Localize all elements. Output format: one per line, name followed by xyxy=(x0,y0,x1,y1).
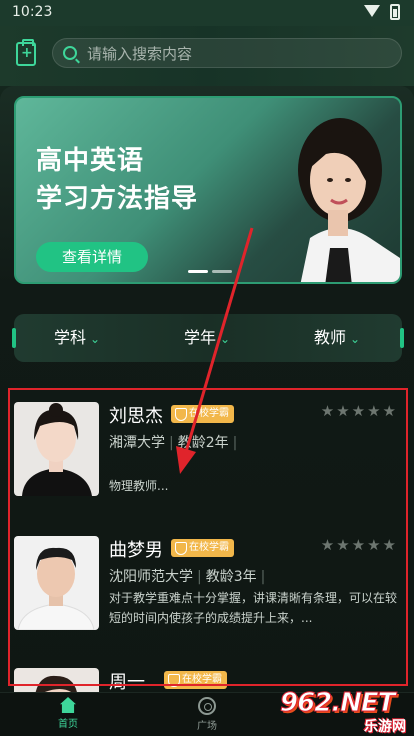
search-icon xyxy=(63,46,77,60)
filter-grade-label: 学年 xyxy=(184,328,217,347)
nav-home[interactable]: 首页 xyxy=(58,697,78,730)
nav-plaza[interactable]: 广场 xyxy=(197,697,217,732)
divider: | xyxy=(169,435,174,451)
teacher-name: 周一 xyxy=(109,672,145,692)
filter-grade[interactable]: 学年 ⌄ xyxy=(184,314,230,362)
plaza-icon xyxy=(198,697,216,715)
teacher-meta: 沈阳师范大学 | 教龄3年 | xyxy=(109,566,269,586)
filter-subject[interactable]: 学科 ⌄ xyxy=(54,314,100,362)
nav-home-label: 首页 xyxy=(58,719,78,730)
teacher-badge: 在校学霸 xyxy=(171,405,234,423)
star-icon: ★ xyxy=(336,536,350,554)
carousel-dot xyxy=(212,270,232,273)
filter-teacher-label: 教师 xyxy=(314,328,347,347)
chevron-down-icon: ⌄ xyxy=(90,332,101,346)
teacher-meta: 湘潭大学 | 教龄2年 | xyxy=(109,432,241,452)
star-icon: ★ xyxy=(320,536,335,554)
battery-icon xyxy=(390,4,400,20)
chevron-down-icon: ⌄ xyxy=(220,332,231,346)
site-watermark-logo: 962.NET 乐游网 xyxy=(278,688,410,736)
app-screen: 10:23 请输入搜索内容 高中英语 学习方法指导 查看详情 xyxy=(0,0,414,736)
teacher-card[interactable]: 曲梦男 在校学霸 ★ ★ ★ ★ ★ 沈阳师范大学 | 教龄3年 | 对于教学重难点十… xyxy=(14,536,402,632)
banner-title-line2: 学习方法指导 xyxy=(36,184,199,214)
teacher-name: 刘思杰 xyxy=(109,406,163,427)
teacher-school: 沈阳师范大学 xyxy=(109,569,193,585)
teacher-description: 对于教学重难点十分掌握，讲课清晰有条理，可以在较短的时间内使孩子的成绩提升上来，… xyxy=(109,591,398,625)
teacher-name: 曲梦男 xyxy=(109,540,163,561)
home-icon xyxy=(60,697,76,713)
teacher-badge: 在校学霸 xyxy=(171,539,234,557)
star-icon: ★ xyxy=(382,536,396,554)
rating-stars: ★ ★ ★ ★ ★ xyxy=(321,538,396,553)
carousel-dot-active xyxy=(188,270,208,273)
carousel-indicator xyxy=(188,270,232,273)
teacher-avatar xyxy=(14,402,99,496)
star-icon: ★ xyxy=(351,402,366,420)
teacher-description: 物理教师... xyxy=(109,479,169,493)
promo-banner[interactable]: 高中英语 学习方法指导 查看详情 xyxy=(14,96,402,284)
teacher-avatar xyxy=(14,668,99,692)
chevron-down-icon: ⌄ xyxy=(350,332,361,346)
star-icon: ★ xyxy=(351,536,366,554)
wifi-icon xyxy=(364,5,380,19)
star-icon: ★ xyxy=(320,402,335,420)
filter-teacher[interactable]: 教师 ⌄ xyxy=(314,314,360,362)
top-header: 请输入搜索内容 xyxy=(0,26,414,86)
banner-teacher-photo xyxy=(298,118,400,282)
teacher-experience: 教龄3年 xyxy=(205,569,257,585)
star-icon: ★ xyxy=(336,402,350,420)
teacher-card[interactable]: 刘思杰 在校学霸 ★ ★ ★ ★ ★ 湘潭大学 | 教龄2年 | 物理教师... xyxy=(14,402,402,498)
banner-title: 高中英语 学习方法指导 xyxy=(36,142,198,218)
filter-bar: 学科 ⌄ 学年 ⌄ 教师 ⌄ xyxy=(12,314,404,362)
teacher-school: 湘潭大学 xyxy=(109,435,165,451)
watermark-sub: 乐游网 xyxy=(364,719,406,735)
banner-title-line1: 高中英语 xyxy=(36,146,145,176)
search-input[interactable]: 请输入搜索内容 xyxy=(87,43,192,64)
clipboard-add-icon[interactable] xyxy=(16,39,36,66)
divider: | xyxy=(197,569,202,585)
divider: | xyxy=(260,569,266,585)
status-bar: 10:23 xyxy=(0,0,414,26)
rating-stars: ★ ★ ★ ★ ★ xyxy=(321,404,396,419)
status-icons xyxy=(364,4,400,20)
divider: | xyxy=(232,435,238,451)
star-icon: ★ xyxy=(367,536,381,554)
search-bar[interactable]: 请输入搜索内容 xyxy=(52,38,402,68)
filter-subject-label: 学科 xyxy=(54,328,87,347)
teacher-experience: 教龄2年 xyxy=(177,435,229,451)
teacher-avatar xyxy=(14,536,99,630)
status-time: 10:23 xyxy=(12,4,53,20)
star-icon: ★ xyxy=(367,402,381,420)
watermark-brand: 962.NET xyxy=(279,688,395,719)
teacher-badge: 在校学霸 xyxy=(164,671,227,689)
nav-plaza-label: 广场 xyxy=(197,721,217,732)
view-details-button[interactable]: 查看详情 xyxy=(36,242,148,272)
star-icon: ★ xyxy=(382,402,396,420)
